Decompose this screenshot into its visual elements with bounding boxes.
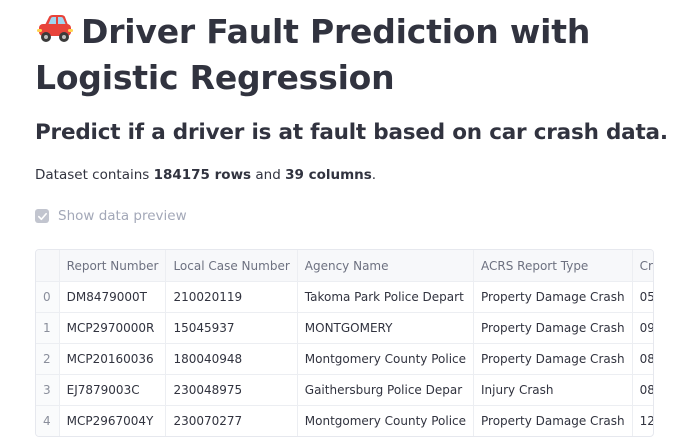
table-cell[interactable]: 12/06/2023 06 [632, 405, 653, 436]
table-cell[interactable]: 08/11/2023 06 [632, 374, 653, 406]
table-cell[interactable]: 15045937 [165, 312, 298, 344]
table-row: 3 EJ7879003C 230048975 Gaithersburg Poli… [36, 374, 653, 406]
table-row: 0 DM8479000T 210020119 Takoma Park Polic… [36, 281, 653, 313]
table-cell[interactable]: 05/27/2021 07 [632, 281, 653, 313]
table-cell[interactable]: 230070277 [165, 405, 298, 436]
row-index: 0 [36, 281, 60, 313]
row-index: 2 [36, 343, 60, 375]
checkmark-icon [37, 212, 47, 220]
table-row: 1 MCP2970000R 15045937 MONTGOMERY Proper… [36, 312, 653, 344]
show-preview-toggle[interactable]: Show data preview [35, 208, 187, 224]
table-row: 2 MCP20160036 180040948 Montgomery Count… [36, 343, 653, 375]
column-header-crash-date[interactable]: Crash Date/Ti [632, 250, 653, 282]
page-title: Driver Fault Prediction with Logistic Re… [35, 9, 655, 101]
checkbox[interactable] [35, 209, 49, 223]
table-cell[interactable]: 230048975 [165, 374, 298, 406]
table-cell[interactable]: Property Damage Crash [473, 312, 633, 344]
table-cell[interactable]: 08/17/2018 02 [632, 343, 653, 375]
table-header-row: Report Number Local Case Number Agency N… [36, 250, 653, 282]
table-cell[interactable]: EJ7879003C [59, 374, 167, 406]
row-count: 184175 rows [153, 167, 252, 183]
column-header-report-number[interactable]: Report Number [59, 250, 167, 282]
summary-prefix: Dataset contains [35, 167, 154, 183]
table-cell[interactable]: 09/11/2015 01 [632, 312, 653, 344]
table-cell[interactable]: MCP2970000R [59, 312, 167, 344]
table-cell[interactable]: Montgomery County Police [297, 343, 475, 375]
page-subtitle: Predict if a driver is at fault based on… [35, 120, 668, 145]
table-cell[interactable]: Property Damage Crash [473, 343, 633, 375]
table-cell[interactable]: Property Damage Crash [473, 281, 633, 313]
table-cell[interactable]: Montgomery County Police [297, 405, 475, 436]
dataset-summary: Dataset contains 184175 rows and 39 colu… [35, 165, 376, 185]
table-cell[interactable]: MCP20160036 [59, 343, 167, 375]
row-index: 4 [36, 405, 60, 436]
summary-suffix: . [371, 167, 377, 183]
column-header-index[interactable] [36, 250, 60, 282]
page-title-text: Driver Fault Prediction with Logistic Re… [35, 12, 591, 97]
table-cell[interactable]: Property Damage Crash [473, 405, 633, 436]
table-cell[interactable]: DM8479000T [59, 281, 167, 313]
car-icon [35, 9, 81, 55]
column-header-agency-name[interactable]: Agency Name [297, 250, 475, 282]
checkbox-label: Show data preview [58, 208, 187, 224]
table-cell[interactable]: Takoma Park Police Depart [297, 281, 475, 313]
row-index: 3 [36, 374, 60, 406]
table-cell[interactable]: Injury Crash [473, 374, 633, 406]
table-cell[interactable]: MCP2967004Y [59, 405, 167, 436]
table-cell[interactable]: 180040948 [165, 343, 298, 375]
data-preview-table[interactable]: Report Number Local Case Number Agency N… [35, 249, 654, 437]
column-count: 39 columns [285, 167, 372, 183]
column-header-acrs-report-type[interactable]: ACRS Report Type [473, 250, 633, 282]
table-row: 4 MCP2967004Y 230070277 Montgomery Count… [36, 405, 653, 436]
row-index: 1 [36, 312, 60, 344]
table-cell[interactable]: MONTGOMERY [297, 312, 475, 344]
summary-middle: and [251, 167, 286, 183]
table-cell[interactable]: Gaithersburg Police Depar [297, 374, 475, 406]
column-header-local-case-number[interactable]: Local Case Number [165, 250, 298, 282]
table-cell[interactable]: 210020119 [165, 281, 298, 313]
